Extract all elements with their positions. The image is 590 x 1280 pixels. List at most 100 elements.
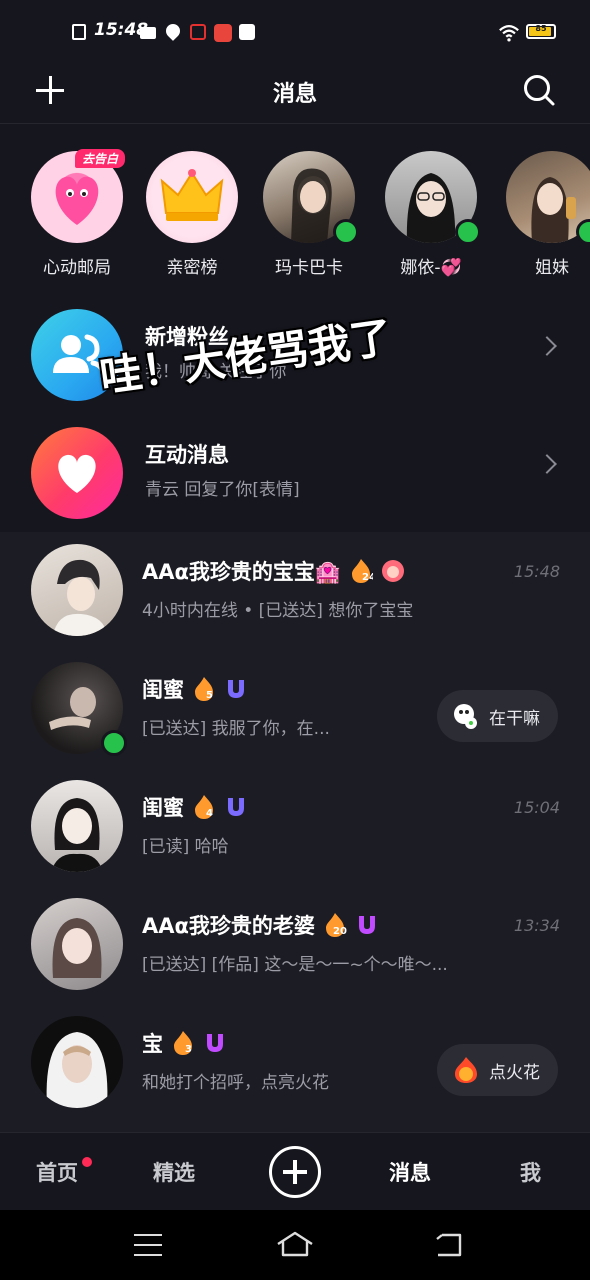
heart-icon xyxy=(58,454,96,493)
spark-flame-icon: 3 xyxy=(174,1031,192,1055)
avatar xyxy=(31,1016,123,1108)
interaction-messages-row[interactable]: 互动消息 青云 回复了你[表情] xyxy=(0,413,590,531)
avatar xyxy=(31,898,123,990)
spark-count: 4 xyxy=(206,808,213,819)
chat-name: AAα我珍贵的宝宝🏩 24 xyxy=(142,556,405,586)
chat-row[interactable]: 宝 3 和她打个招呼，点亮火花 点火花 xyxy=(0,1004,590,1122)
sticker-icon xyxy=(454,704,477,729)
story-heart-mailbox[interactable]: 去告白 心动邮局 xyxy=(31,149,126,278)
online-indicator xyxy=(101,730,127,756)
chat-name-text: 闺蜜 xyxy=(142,796,184,820)
chat-preview: [已读] 哈哈 xyxy=(142,837,229,857)
camera-icon xyxy=(140,27,156,39)
spark-flame-icon: 5 xyxy=(195,677,213,701)
story-intimacy-rank[interactable]: 亲密榜 xyxy=(146,151,238,278)
chat-time: 15:04 xyxy=(513,798,560,817)
chat-row[interactable]: AAα我珍贵的老婆 20 [已送达] [作品] 这～是～一~个～唯～... 13… xyxy=(0,886,590,1004)
lion-emoji-icon xyxy=(382,560,405,582)
chat-list: AAα我珍贵的宝宝🏩 24 4小时内在线 • [已送达] 想你了宝宝 15:48… xyxy=(0,532,590,1132)
light-spark-button[interactable]: 点火花 xyxy=(437,1044,558,1096)
sim-icon xyxy=(72,24,86,40)
nav-home[interactable]: 首页 xyxy=(36,1157,78,1187)
spark-flame-icon: 4 xyxy=(195,795,213,819)
user-photo xyxy=(46,1032,108,1108)
stories-row: 去告白 心动邮局 亲密榜 玛卡巴卡 娜依-💞 姐妹 xyxy=(0,125,590,285)
chat-name: 闺蜜 4 xyxy=(142,792,248,822)
spark-count: 24 xyxy=(362,572,373,583)
back-icon[interactable] xyxy=(434,1232,464,1258)
spark-flame-icon: 24 xyxy=(352,559,373,583)
user-photo xyxy=(53,559,107,636)
app-header: 消息 xyxy=(0,62,590,124)
story-user[interactable]: 娜依-💞 xyxy=(385,151,481,278)
location-icon xyxy=(163,21,183,41)
chevron-right-icon xyxy=(537,454,557,474)
interaction-title: 互动消息 xyxy=(145,443,229,467)
search-icon[interactable] xyxy=(522,73,556,107)
avatar: 去告白 xyxy=(31,149,126,243)
wifi-icon xyxy=(499,25,519,42)
nav-featured[interactable]: 精选 xyxy=(153,1157,195,1187)
page-title: 消息 xyxy=(272,82,317,107)
chat-name-text: AAα我珍贵的宝宝🏩 xyxy=(142,560,342,584)
interaction-icon xyxy=(31,427,123,519)
online-indicator xyxy=(576,219,590,245)
app-notification-icon xyxy=(214,24,232,42)
chat-preview: [已送达] 我服了你，在... xyxy=(142,719,330,739)
story-user[interactable]: 玛卡巴卡 xyxy=(263,151,359,278)
spark-count: 3 xyxy=(185,1044,192,1055)
crown-icon xyxy=(160,169,224,221)
home-icon[interactable] xyxy=(276,1230,314,1258)
story-name: 娜依-💞 xyxy=(400,258,462,278)
interaction-subtitle: 青云 回复了你[表情] xyxy=(145,480,300,500)
create-button[interactable] xyxy=(269,1146,321,1198)
online-indicator xyxy=(333,219,359,245)
avatar xyxy=(263,151,359,245)
chat-name: 闺蜜 5 xyxy=(142,674,248,704)
notification-dot xyxy=(82,1157,92,1167)
avatar xyxy=(31,544,123,636)
chat-name-text: 宝 xyxy=(142,1032,163,1056)
chevron-right-icon xyxy=(537,336,557,356)
chat-time: 13:34 xyxy=(513,916,560,935)
avatar xyxy=(146,151,238,243)
battery-percent: 85 xyxy=(535,24,547,33)
chat-name-text: AAα我珍贵的老婆 xyxy=(142,914,315,938)
story-name: 亲密榜 xyxy=(166,258,218,278)
chat-time: 15:48 xyxy=(513,562,560,581)
status-bar: 15:48 85 xyxy=(0,0,590,62)
nav-me[interactable]: 我 xyxy=(520,1157,541,1187)
online-indicator xyxy=(455,219,481,245)
battery-icon: 85 xyxy=(526,24,556,39)
chat-preview: 和她打个招呼，点亮火花 xyxy=(142,1073,329,1093)
avatar xyxy=(31,780,123,872)
story-user[interactable]: 姐妹 xyxy=(506,151,590,278)
magnet-icon xyxy=(207,1034,223,1052)
chat-name: AAα我珍贵的老婆 20 xyxy=(142,910,379,940)
chat-preview: 4小时内在线 • [已送达] 想你了宝宝 xyxy=(142,601,414,621)
story-name: 玛卡巴卡 xyxy=(275,258,343,278)
fire-face-icon xyxy=(455,1057,477,1083)
user-photo xyxy=(52,918,102,978)
chat-preview: [已送达] [作品] 这～是～一~个～唯～... xyxy=(142,955,448,975)
story-name: 姐妹 xyxy=(535,258,569,278)
quick-reply-label: 在干嘛 xyxy=(489,708,540,729)
chat-row[interactable]: AAα我珍贵的宝宝🏩 24 4小时内在线 • [已送达] 想你了宝宝 15:48 xyxy=(0,532,590,650)
confess-badge: 去告白 xyxy=(75,149,126,168)
screen-record-icon xyxy=(190,24,206,40)
magnet-icon xyxy=(358,916,375,934)
notification-icon xyxy=(239,24,255,40)
chat-name: 宝 3 xyxy=(142,1028,227,1058)
system-nav-bar xyxy=(0,1210,590,1280)
light-spark-label: 点火花 xyxy=(489,1062,540,1083)
nav-messages[interactable]: 消息 xyxy=(389,1157,431,1187)
recent-apps-icon[interactable] xyxy=(134,1234,162,1256)
quick-reply-button[interactable]: 在干嘛 xyxy=(437,690,558,742)
spark-flame-icon: 20 xyxy=(325,913,347,937)
chat-row[interactable]: 闺蜜 5 [已送达] 我服了你，在... 在干嘛 xyxy=(0,650,590,768)
magnet-icon xyxy=(228,680,244,698)
avatar xyxy=(506,151,590,245)
spark-count: 5 xyxy=(206,690,213,701)
spark-count: 20 xyxy=(333,926,347,937)
chat-row[interactable]: 闺蜜 4 [已读] 哈哈 15:04 xyxy=(0,768,590,886)
